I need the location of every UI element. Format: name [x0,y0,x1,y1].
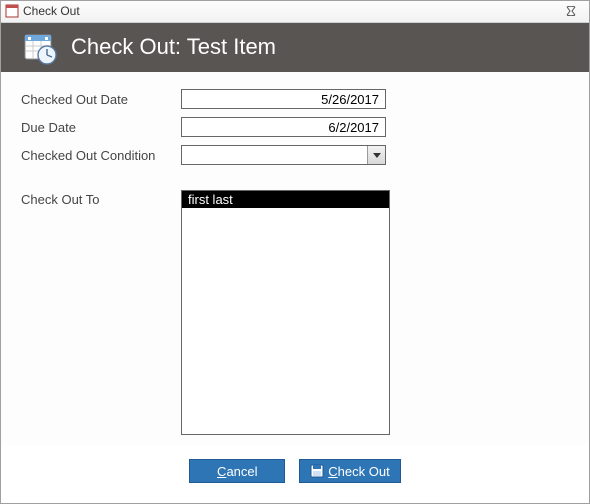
check-out-to-listbox[interactable]: first last [181,190,390,435]
check-out-mnemonic: C [328,464,337,479]
condition-combobox[interactable] [181,145,386,165]
list-item[interactable]: first last [182,191,389,208]
row-due-date: Due Date [21,116,569,138]
condition-dropdown-button[interactable] [367,146,385,164]
button-bar: Cancel Check Out [1,445,589,503]
row-condition: Checked Out Condition [21,144,569,166]
cancel-mnemonic: C [217,464,226,479]
save-icon [310,464,324,478]
row-check-out-to: Check Out To first last [21,190,569,435]
label-due-date: Due Date [21,120,181,135]
label-check-out-to: Check Out To [21,190,181,435]
due-date-field[interactable] [181,117,386,137]
row-checked-out-date: Checked Out Date [21,88,569,110]
header-band: Check Out: Test Item [1,23,589,72]
cancel-button[interactable]: Cancel [189,459,285,483]
form-body: Checked Out Date Due Date Checked Out Co… [1,72,589,445]
header-title: Check Out: Test Item [71,34,276,60]
calendar-clock-icon [19,27,59,67]
label-checked-out-date: Checked Out Date [21,92,181,107]
titlebar: Check Out [1,1,589,23]
dialog-window: Check Out Check Out: Test Item [0,0,590,504]
window-title: Check Out [23,4,557,18]
label-condition: Checked Out Condition [21,148,181,163]
condition-input[interactable] [182,146,367,164]
close-button[interactable] [557,3,585,19]
check-out-button[interactable]: Check Out [299,459,400,483]
form-icon [5,4,19,18]
checked-out-date-field[interactable] [181,89,386,109]
